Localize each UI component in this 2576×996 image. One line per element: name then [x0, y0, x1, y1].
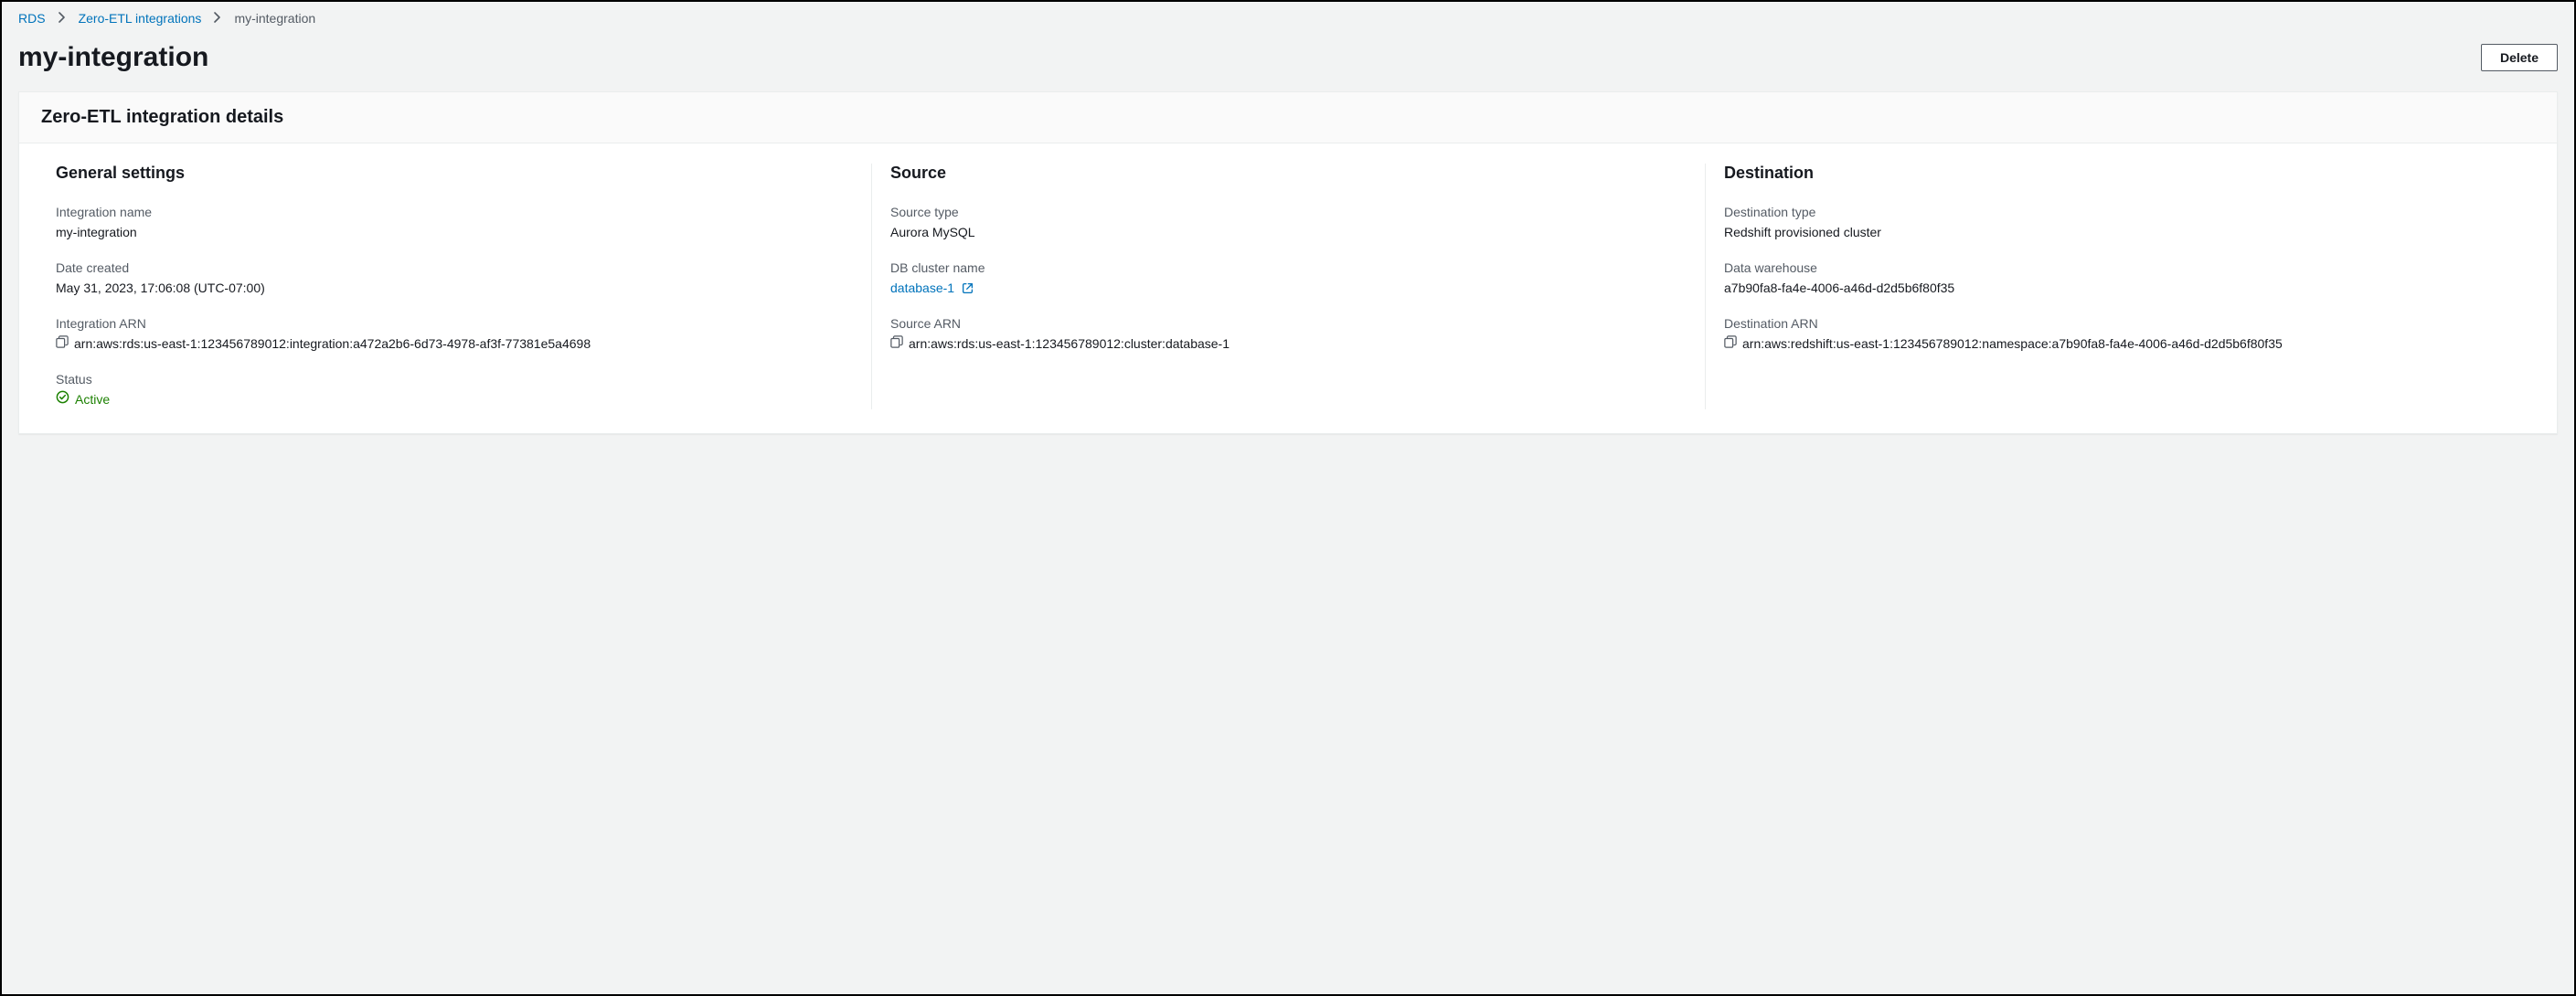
data-warehouse-value: a7b90fa8-fa4e-4006-a46d-d2d5b6f80f35: [1724, 279, 2520, 298]
external-link-icon: [962, 282, 974, 294]
integration-name-label: Integration name: [56, 205, 853, 219]
integration-arn-value: arn:aws:rds:us-east-1:123456789012:integ…: [74, 334, 591, 354]
status-value: Active: [75, 390, 110, 409]
source-heading: Source: [890, 164, 1687, 183]
delete-button[interactable]: Delete: [2481, 44, 2558, 71]
destination-arn-label: Destination ARN: [1724, 316, 2520, 331]
source-arn-value: arn:aws:rds:us-east-1:123456789012:clust…: [909, 334, 1229, 354]
db-cluster-link[interactable]: database-1: [890, 281, 974, 295]
breadcrumb-current: my-integration: [234, 11, 315, 26]
date-created-label: Date created: [56, 260, 853, 275]
copy-icon[interactable]: [890, 335, 903, 348]
source-type-value: Aurora MySQL: [890, 223, 1687, 242]
breadcrumb: RDS Zero-ETL integrations my-integration: [18, 11, 2558, 31]
destination-arn-value: arn:aws:redshift:us-east-1:123456789012:…: [1742, 334, 2283, 354]
chevron-right-icon: [214, 11, 221, 26]
destination-type-value: Redshift provisioned cluster: [1724, 223, 2520, 242]
destination-heading: Destination: [1724, 164, 2520, 183]
db-cluster-name-label: DB cluster name: [890, 260, 1687, 275]
page-title: my-integration: [18, 42, 208, 73]
status-label: Status: [56, 372, 853, 387]
status-badge: Active: [56, 390, 110, 409]
db-cluster-name-value: database-1: [890, 281, 954, 295]
general-settings-heading: General settings: [56, 164, 853, 183]
data-warehouse-label: Data warehouse: [1724, 260, 2520, 275]
destination-column: Destination Destination type Redshift pr…: [1705, 164, 2539, 409]
copy-icon[interactable]: [56, 335, 69, 348]
copy-icon[interactable]: [1724, 335, 1737, 348]
source-column: Source Source type Aurora MySQL DB clust…: [871, 164, 1705, 409]
integration-name-value: my-integration: [56, 223, 853, 242]
breadcrumb-zero-etl[interactable]: Zero-ETL integrations: [79, 11, 202, 26]
date-created-value: May 31, 2023, 17:06:08 (UTC-07:00): [56, 279, 853, 298]
source-type-label: Source type: [890, 205, 1687, 219]
breadcrumb-rds[interactable]: RDS: [18, 11, 46, 26]
source-arn-label: Source ARN: [890, 316, 1687, 331]
general-settings-column: General settings Integration name my-int…: [37, 164, 871, 409]
integration-arn-label: Integration ARN: [56, 316, 853, 331]
chevron-right-icon: [59, 11, 66, 26]
panel-title: Zero-ETL integration details: [19, 92, 2557, 143]
details-panel: Zero-ETL integration details General set…: [18, 91, 2558, 434]
destination-type-label: Destination type: [1724, 205, 2520, 219]
status-success-icon: [56, 390, 69, 409]
